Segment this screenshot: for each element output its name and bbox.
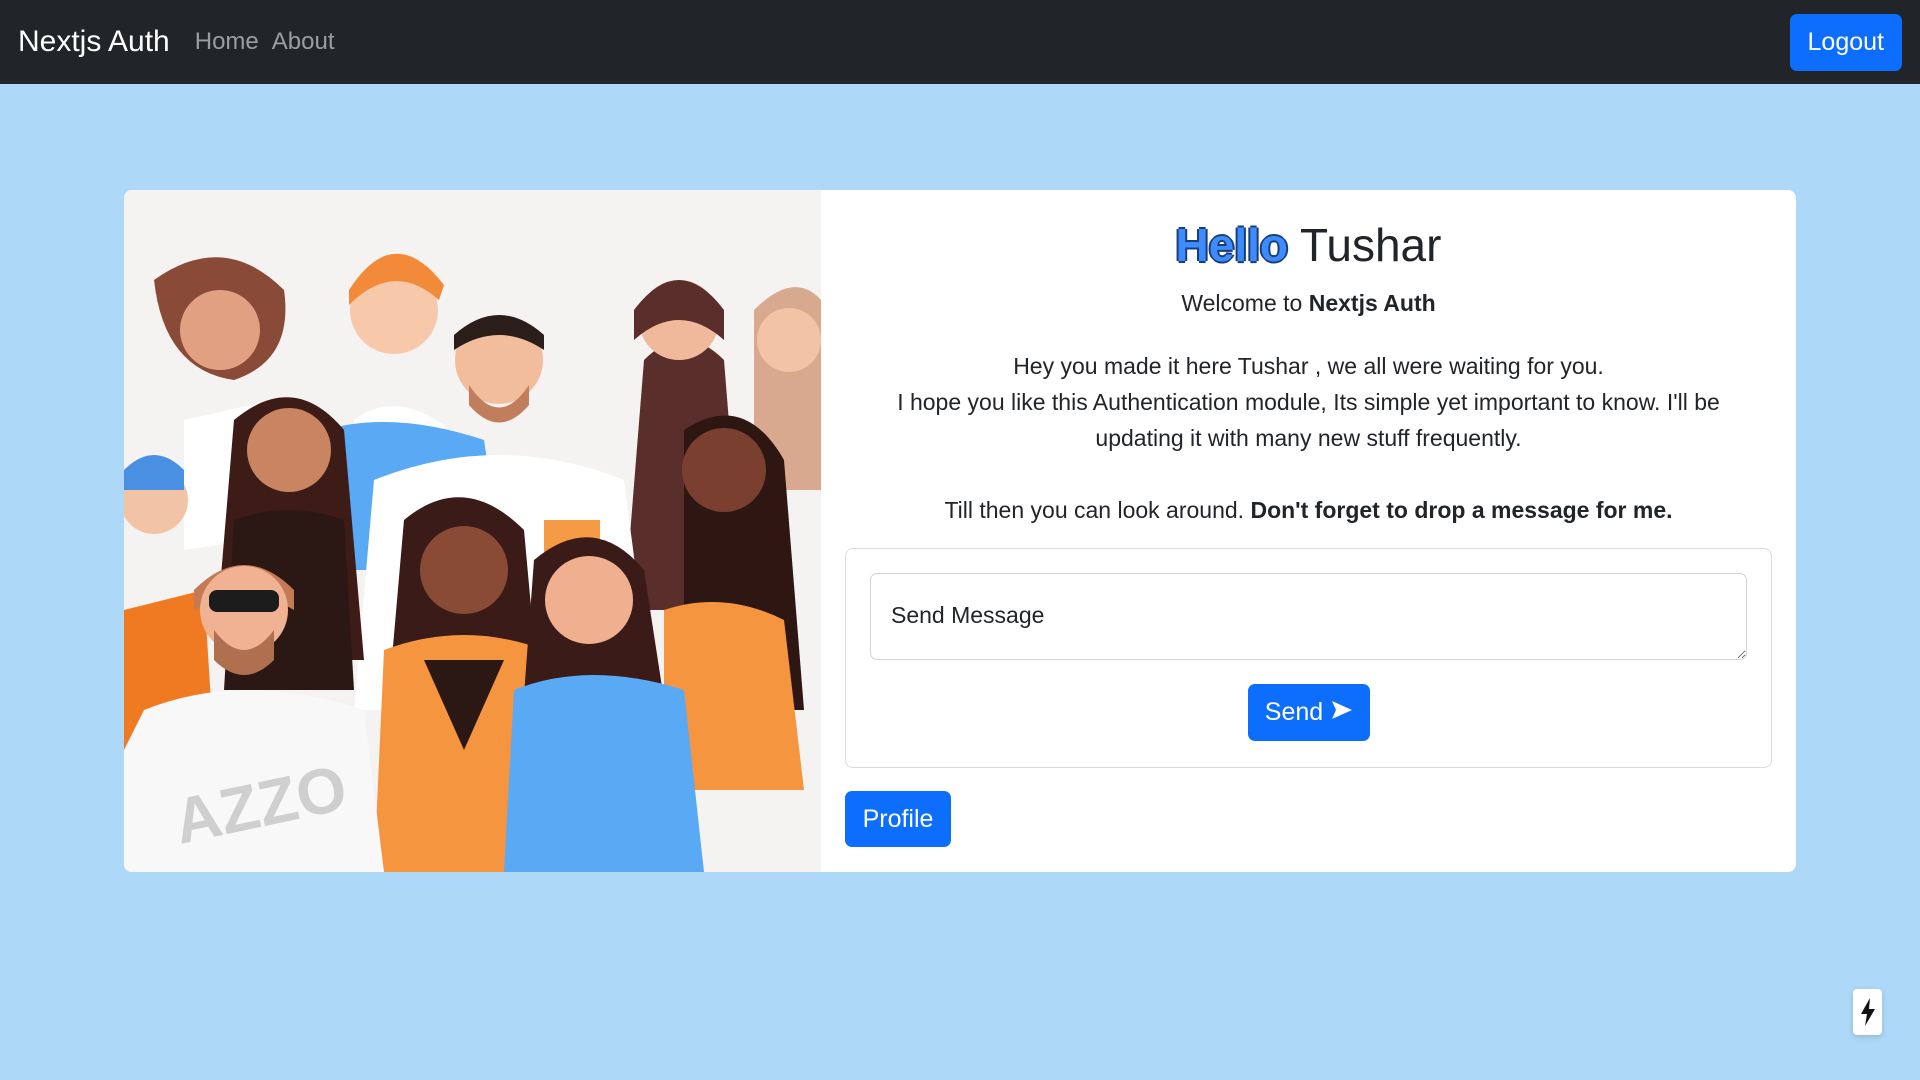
greeting-name: Tushar	[1299, 219, 1442, 271]
intro-line-2: I hope you like this Authentication modu…	[897, 389, 1720, 415]
nav-link-about[interactable]: About	[272, 28, 335, 56]
intro-line-1: Hey you made it here Tushar , we all wer…	[1013, 353, 1604, 379]
message-input[interactable]	[870, 573, 1747, 660]
welcome-content: Hello Tushar Welcome to Nextjs Auth Hey …	[845, 190, 1772, 872]
send-label: Send	[1264, 698, 1324, 726]
navbar-brand[interactable]: Nextjs Auth	[18, 25, 170, 59]
crowd-illustration-graphic: AZZO	[124, 190, 821, 872]
send-button[interactable]: Send	[1248, 684, 1370, 741]
outro-line: Till then you can look around. Don't for…	[845, 492, 1772, 528]
nav-link-home[interactable]: Home	[195, 28, 259, 56]
navbar: Nextjs Auth Home About Logout	[0, 0, 1920, 84]
profile-button[interactable]: Profile	[845, 791, 951, 847]
people-illustration: AZZO	[124, 190, 821, 872]
outro-bold: Don't forget to drop a message for me.	[1250, 497, 1673, 523]
lightning-icon	[1860, 998, 1875, 1026]
welcome-text: Welcome to Nextjs Auth	[845, 290, 1772, 317]
intro-line-3: updating it with many new stuff frequent…	[1095, 425, 1522, 451]
dev-build-indicator[interactable]	[1853, 989, 1882, 1035]
logout-button[interactable]: Logout	[1789, 14, 1902, 71]
welcome-app-name: Nextjs Auth	[1308, 290, 1436, 316]
greeting-hello: Hello	[1175, 219, 1289, 271]
page-title: Hello Tushar	[845, 218, 1772, 272]
welcome-prefix: Welcome to	[1181, 290, 1309, 316]
message-form: Send	[845, 548, 1772, 768]
outro-prefix: Till then you can look around.	[944, 497, 1251, 523]
send-icon	[1331, 698, 1353, 727]
intro-paragraph: Hey you made it here Tushar , we all wer…	[845, 348, 1772, 528]
welcome-card: AZZO Hello Tushar Welcome to Nextjs Auth…	[124, 190, 1796, 872]
